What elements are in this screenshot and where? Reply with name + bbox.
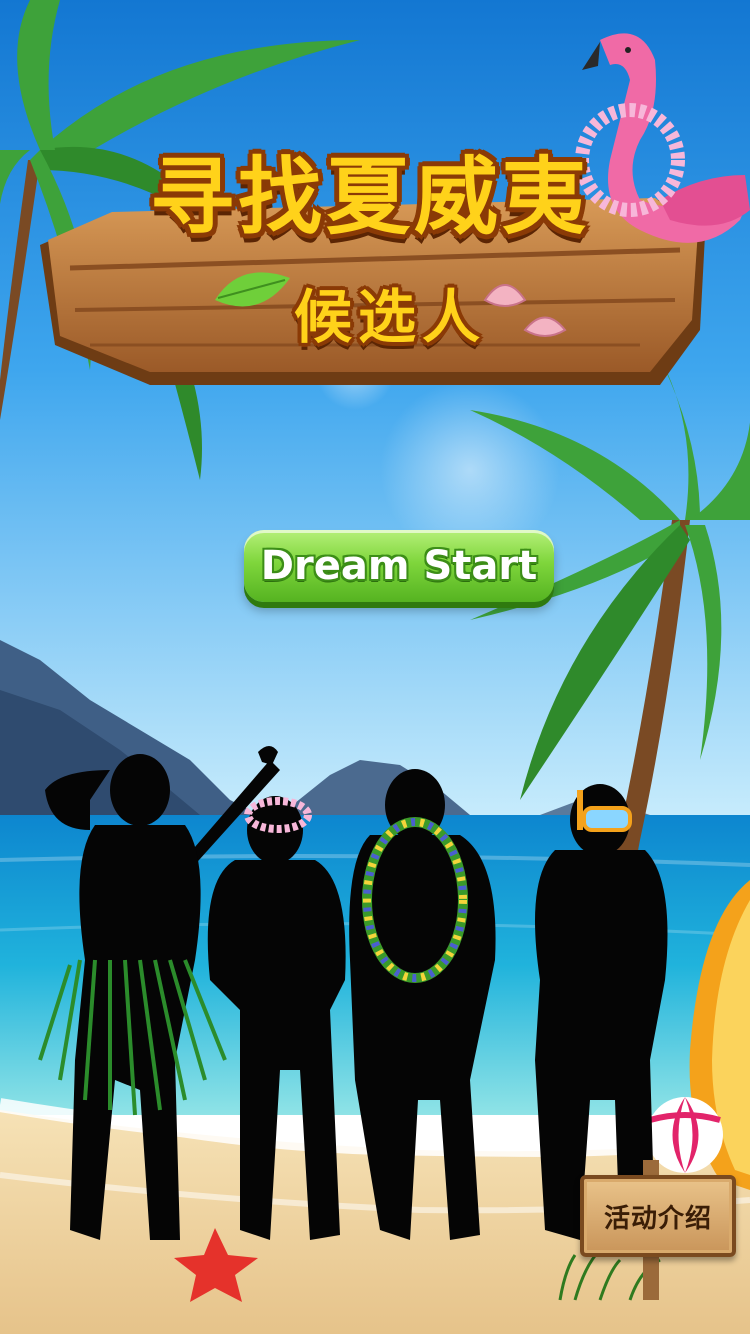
game-title: 寻找夏威夷 — [149, 148, 590, 246]
activity-info-label: 活动介绍 — [603, 1203, 712, 1234]
dream-start-button[interactable]: Dream Start — [244, 530, 554, 602]
activity-info-button[interactable]: 活动介绍 — [580, 1175, 736, 1257]
title-board: 寻找夏威夷 候选人 — [30, 120, 710, 420]
game-subtitle: 候选人 — [293, 283, 486, 351]
dream-start-label: Dream Start — [260, 543, 538, 589]
